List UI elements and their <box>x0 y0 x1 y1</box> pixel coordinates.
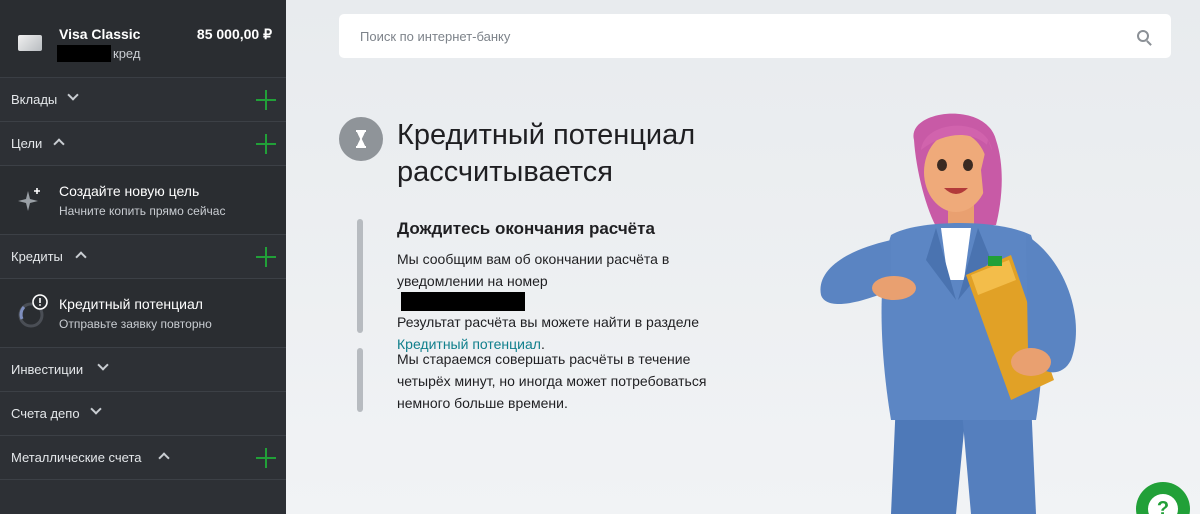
goal-title: Создайте новую цель <box>59 183 200 199</box>
section-credits[interactable]: Кредиты <box>0 235 286 279</box>
section-depo-accounts[interactable]: Счета депо <box>0 392 286 436</box>
card-icon <box>18 35 42 51</box>
credit-potential-item[interactable]: Кредитный потенциал Отправьте заявку пов… <box>0 279 286 348</box>
credit-subtitle: Отправьте заявку повторно <box>59 317 212 331</box>
section-label: Кредиты <box>11 249 63 264</box>
section-metal-accounts[interactable]: Металлические счета <box>0 436 286 480</box>
hourglass-icon <box>339 117 383 161</box>
add-credit-icon[interactable] <box>256 247 276 267</box>
chevron-down-icon <box>97 359 109 371</box>
search-icon[interactable] <box>1137 30 1149 42</box>
page-title: Кредитный потенциал рассчитывается <box>397 119 696 188</box>
redacted-phone <box>401 292 525 311</box>
card-item[interactable]: Visa Classic 85 000,00 ₽ кред <box>0 0 286 78</box>
add-deposit-icon[interactable] <box>256 90 276 110</box>
timeline-bar <box>357 348 363 412</box>
woman-illustration <box>820 113 1076 514</box>
chevron-up-icon <box>75 251 87 263</box>
section-investments[interactable]: Инвестиции <box>0 348 286 392</box>
card-subtitle: кред <box>113 46 141 61</box>
section-label: Металлические счета <box>11 450 142 465</box>
help-button[interactable]: ? <box>1136 482 1190 514</box>
timing-text: Мы стараемся совершать расчёты в течение… <box>397 351 707 411</box>
chevron-up-icon <box>158 452 170 464</box>
section-label: Счета депо <box>11 406 80 421</box>
search-input[interactable]: Поиск по интернет-банку <box>360 29 510 44</box>
credit-title: Кредитный потенциал <box>59 296 203 312</box>
chevron-down-icon <box>90 403 102 415</box>
create-goal-item[interactable]: Создайте новую цель Начните копить прямо… <box>0 166 286 235</box>
card-name: Visa Classic <box>59 26 141 42</box>
chevron-down-icon <box>67 89 79 101</box>
loading-warning-icon <box>18 294 48 328</box>
section-label: Инвестиции <box>11 362 84 377</box>
redacted-block <box>57 45 111 62</box>
goal-subtitle: Начните копить прямо сейчас <box>59 204 226 218</box>
chevron-up-icon <box>53 138 65 150</box>
question-icon: ? <box>1148 494 1178 514</box>
card-balance: 85 000,00 ₽ <box>196 26 272 42</box>
sidebar: Visa Classic 85 000,00 ₽ кред Вклады Цел… <box>0 0 286 514</box>
add-metal-account-icon[interactable] <box>256 448 276 468</box>
section-deposits[interactable]: Вклады <box>0 78 286 122</box>
timeline-bar <box>357 219 363 333</box>
notification-text: Мы сообщим вам об окончании расчёта в ув… <box>397 251 700 352</box>
section-label: Цели <box>11 136 43 151</box>
sparkle-icon <box>18 188 40 211</box>
search-bar[interactable]: Поиск по интернет-банку <box>339 14 1171 58</box>
main-content: Поиск по интернет-банку Кредитный потенц… <box>286 0 1200 514</box>
section-goals[interactable]: Цели <box>0 122 286 166</box>
section-subheading: Дождитесь окончания расчёта <box>397 219 655 238</box>
add-goal-icon[interactable] <box>256 134 276 154</box>
section-label: Вклады <box>11 92 58 107</box>
